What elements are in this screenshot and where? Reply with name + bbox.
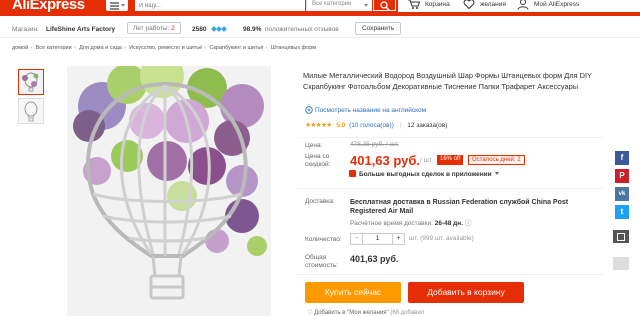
search-category-select[interactable]: Все категории bbox=[306, 0, 372, 11]
quantity-stepper: − 1 + bbox=[350, 233, 405, 245]
store-score: 2580 bbox=[192, 26, 207, 33]
store-name-link[interactable]: LifeShine Arts Factory bbox=[46, 26, 115, 33]
wishlist-count: (68 добавил bbox=[390, 310, 425, 316]
breadcrumb-item[interactable]: домой bbox=[12, 45, 28, 51]
balloon-thumbnail-image bbox=[19, 70, 43, 94]
vk-share-icon[interactable]: vk bbox=[615, 187, 629, 201]
discount-price: 401,63 руб. bbox=[350, 153, 421, 168]
total-label: Общая стоимость: bbox=[305, 254, 338, 269]
chevron-down-icon bbox=[121, 4, 125, 7]
aliexpress-logo[interactable]: AliExpress bbox=[12, 0, 85, 13]
chevron-down-icon bbox=[494, 172, 499, 175]
hot-air-balloon-die-photo bbox=[67, 66, 271, 316]
delivery-time-value: 26-48 дн. bbox=[434, 220, 464, 227]
phone-app-icon bbox=[349, 170, 356, 177]
product-title: Милые Металлический Водород Воздушный Ша… bbox=[303, 71, 592, 91]
store-years-badge: Лет работы: 2 bbox=[127, 22, 181, 34]
translate-title-link[interactable]: Посмотреть название на английском bbox=[305, 106, 427, 114]
diamond-rank-icon bbox=[211, 26, 227, 33]
quantity-input[interactable]: 1 bbox=[363, 234, 392, 244]
save-store-button[interactable]: Сохранить bbox=[355, 22, 402, 35]
product-main-image[interactable] bbox=[67, 66, 271, 316]
app-deals-label: Больше выгодных сделок в приложении bbox=[359, 171, 492, 178]
total-price: 401,63 руб. bbox=[350, 254, 399, 264]
shipping-method-link[interactable]: Бесплатная доставка в Russian Federation… bbox=[350, 198, 605, 216]
positive-label: положительных отзывов bbox=[265, 26, 339, 33]
chevron-down-icon bbox=[364, 4, 368, 7]
shipping-label: Доставка: bbox=[305, 198, 335, 205]
orders-count: 12 заказа(ов) bbox=[407, 122, 448, 129]
hamburger-icon bbox=[110, 2, 119, 4]
breadcrumb-item[interactable]: Все категории bbox=[36, 45, 72, 51]
facebook-share-icon[interactable]: f bbox=[615, 151, 629, 165]
rating-score: 5.0 bbox=[336, 122, 346, 129]
product-thumbnail[interactable] bbox=[18, 98, 44, 124]
add-to-cart-button[interactable]: Добавить в корзину bbox=[408, 282, 524, 303]
twitter-share-icon[interactable]: t bbox=[615, 205, 629, 219]
price-label: Цена: bbox=[305, 142, 323, 149]
buy-now-button[interactable]: Купить сейчас bbox=[305, 282, 401, 303]
rating-stars: ★★★★★ bbox=[305, 122, 332, 129]
store-bar: Магазин: LifeShine Arts Factory Лет рабо… bbox=[0, 16, 640, 38]
search-icon bbox=[380, 1, 390, 11]
days-left-badge: Осталось дней: 2 bbox=[468, 155, 525, 165]
store-years-label: Лет работы: bbox=[133, 25, 170, 32]
original-price-unit: / шт. bbox=[385, 141, 399, 148]
search-input[interactable] bbox=[135, 0, 305, 11]
pinterest-share-icon[interactable]: P bbox=[615, 169, 629, 183]
search-button[interactable] bbox=[373, 0, 396, 11]
scroll-top-button[interactable] bbox=[613, 257, 629, 270]
positive-percent: 98.9% bbox=[243, 26, 262, 33]
my-aliexpress-label: Мой AliExpress bbox=[534, 1, 580, 8]
feedback-icon[interactable] bbox=[613, 230, 629, 243]
rating-votes-link[interactable]: (10 голоса(ов)) bbox=[349, 122, 394, 129]
divider bbox=[297, 274, 603, 275]
delivery-time-label: Расчётное время доставки: bbox=[350, 220, 433, 227]
wishlist-label: желания bbox=[480, 1, 506, 8]
store-years-value: 2 bbox=[171, 25, 175, 32]
cart-label: Корзина bbox=[425, 1, 450, 8]
delivery-time: Расчётное время доставки: 26-48 дн. ⓘ bbox=[350, 217, 471, 227]
heart-icon bbox=[463, 0, 475, 10]
original-price-value: 478,35 руб. bbox=[350, 141, 385, 148]
add-to-wishlist-link[interactable]: ♡ Добавить в "Мои желания" (68 добавил bbox=[307, 309, 424, 316]
translate-icon bbox=[305, 106, 313, 114]
product-thumbnail[interactable] bbox=[18, 69, 44, 95]
balloon-thumbnail-image bbox=[19, 99, 43, 123]
breadcrumb-item[interactable]: Искусство, ремесло и шитьё bbox=[129, 45, 202, 51]
user-icon bbox=[517, 0, 529, 10]
cart-icon bbox=[408, 0, 421, 9]
heart-icon: ♡ bbox=[307, 310, 313, 316]
info-icon: ⓘ bbox=[464, 220, 472, 227]
discount-badge: 16% off bbox=[437, 155, 464, 165]
app-deals-link[interactable]: Больше выгодных сделок в приложении bbox=[349, 170, 499, 178]
breadcrumb: домой › Все категории › Для дома и сада › И… bbox=[12, 45, 317, 51]
discount-price-label: Цена со скидкой: bbox=[305, 153, 331, 168]
product-rating: ★★★★★ 5.0 (10 голоса(ов)) | 12 заказа(ов… bbox=[305, 122, 448, 129]
quantity-label: Количество: bbox=[305, 236, 342, 243]
store-label: Магазин: bbox=[12, 26, 39, 33]
breadcrumb-item[interactable]: Штанцевых форм bbox=[271, 45, 316, 51]
quantity-decrease-button[interactable]: − bbox=[351, 234, 363, 244]
divider bbox=[297, 188, 603, 189]
search-category-label: Все категории bbox=[312, 1, 352, 7]
discount-price-unit: / шт. bbox=[420, 157, 433, 164]
quantity-increase-button[interactable]: + bbox=[392, 234, 404, 244]
top-header: AliExpress Все категории Корзина желания… bbox=[0, 0, 640, 16]
translate-title-label: Посмотреть название на английском bbox=[315, 107, 427, 114]
add-to-wishlist-label: Добавить в "Мои желания" bbox=[314, 310, 389, 316]
breadcrumb-item[interactable]: Скрапбукинг и шитьё bbox=[210, 45, 264, 51]
category-menu-button[interactable] bbox=[106, 0, 128, 11]
quantity-available: шт. (999 шт. available) bbox=[409, 235, 474, 242]
breadcrumb-item[interactable]: Для дома и сада bbox=[79, 45, 122, 51]
original-price: 478,35 руб. / шт. bbox=[350, 141, 399, 148]
